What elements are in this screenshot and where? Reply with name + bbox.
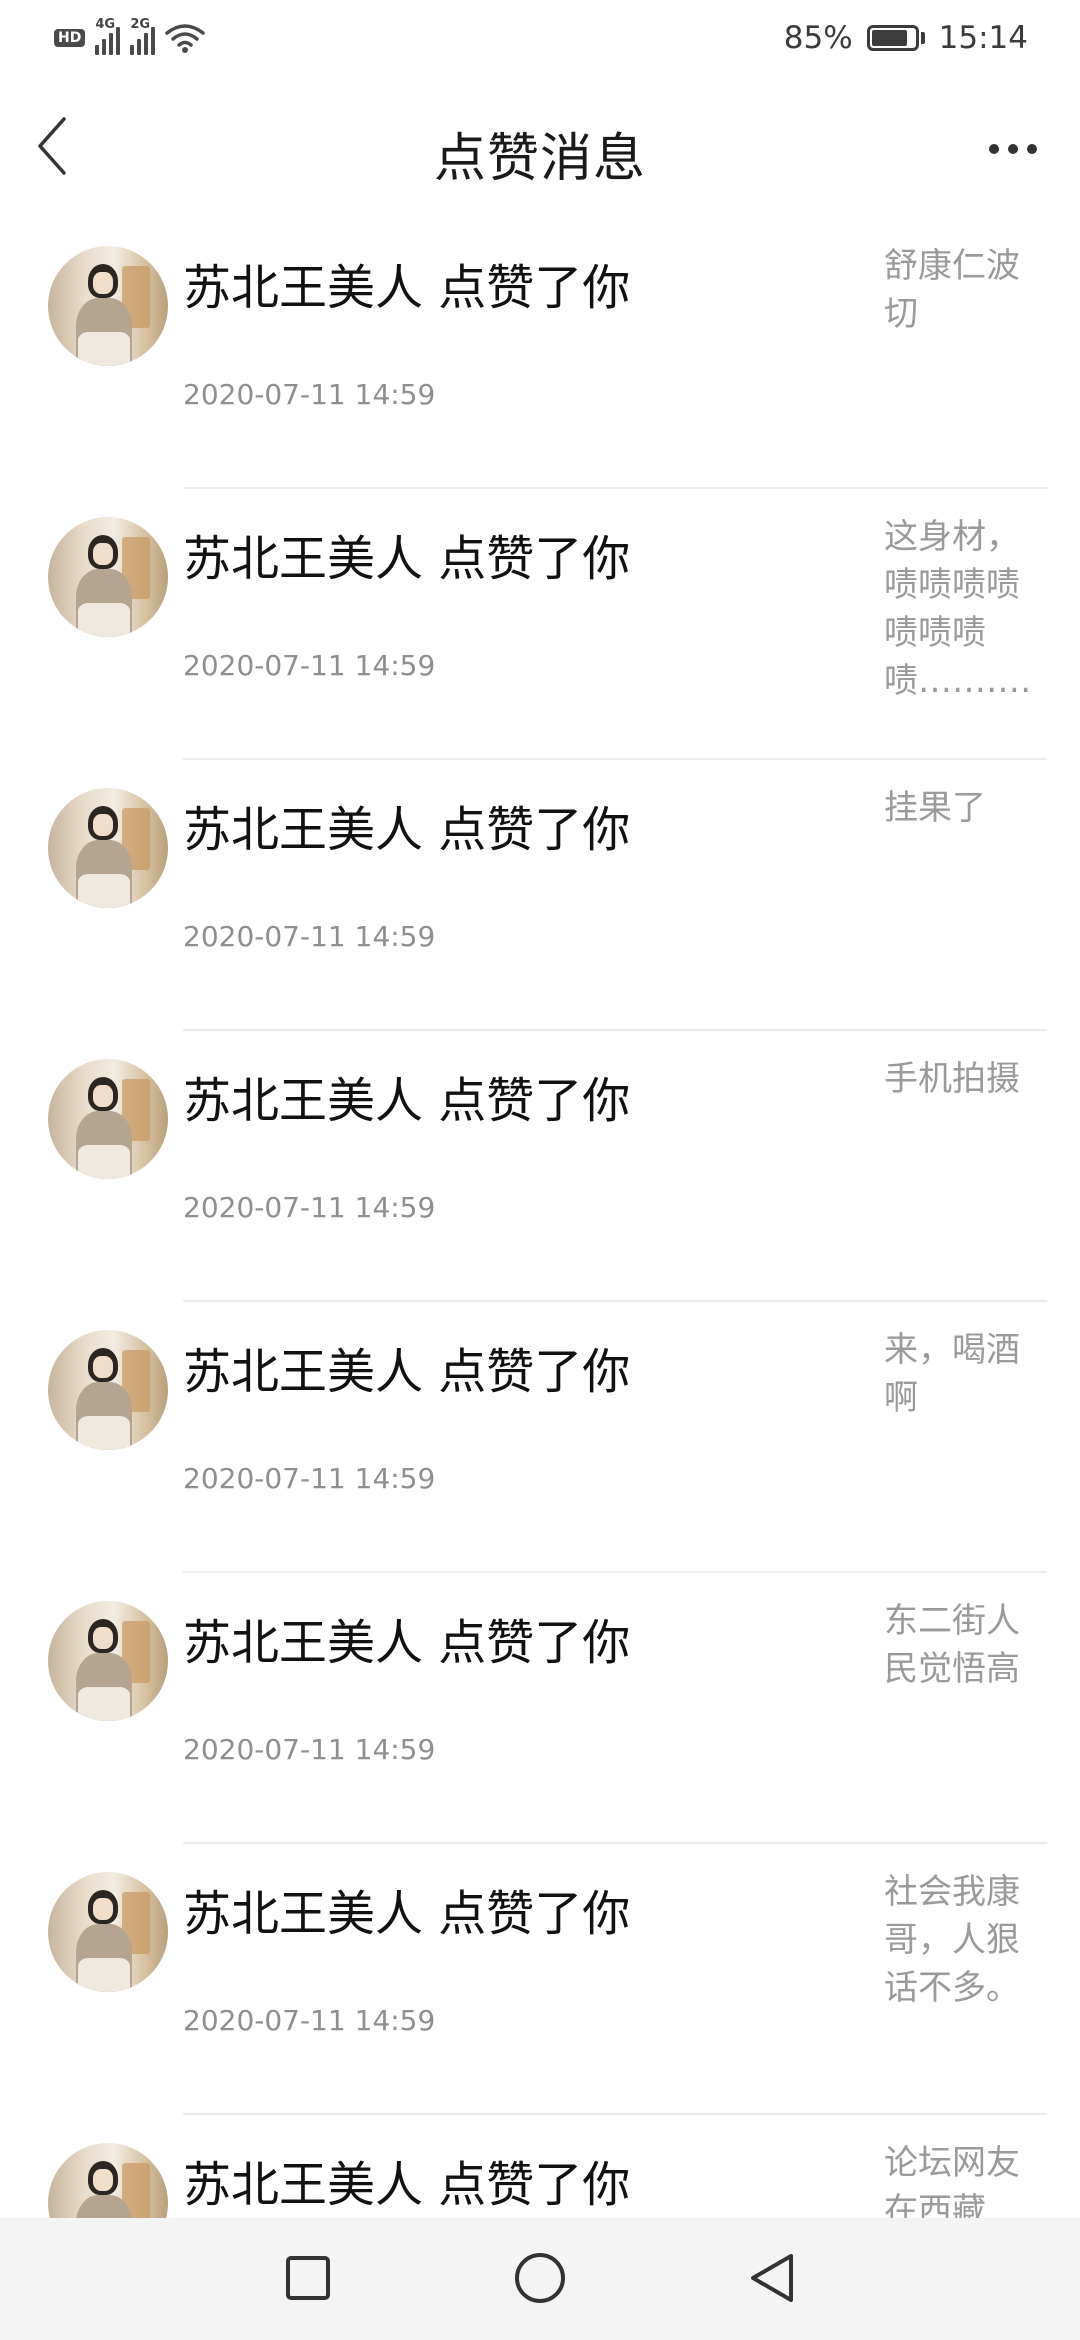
avatar[interactable] xyxy=(48,1330,168,1450)
notification-title: 苏北王美人 点赞了你 xyxy=(183,1073,631,1129)
status-bar: HD 4G 2G 85% 15:14 xyxy=(0,0,1080,76)
signal-bar xyxy=(116,27,121,55)
avatar[interactable] xyxy=(48,1872,168,1992)
notification-title: 苏北王美人 点赞了你 xyxy=(183,2157,631,2213)
post-preview-text[interactable]: 手机拍摄 xyxy=(884,1055,1034,1103)
square-icon xyxy=(286,2256,330,2300)
signal-bar xyxy=(109,33,114,55)
signal-bar xyxy=(137,39,142,55)
notification-item[interactable]: 苏北王美人 点赞了你 论坛网友在西藏 xyxy=(0,2115,1080,2218)
notification-time: 2020-07-11 14:59 xyxy=(183,1462,436,1495)
notification-item[interactable]: 苏北王美人 点赞了你 2020-07-11 14:59 这身材，啧啧啧啧啧啧啧啧… xyxy=(0,489,1080,760)
post-preview-text[interactable]: 舒康仁波切 xyxy=(884,242,1034,338)
avatar[interactable] xyxy=(48,1601,168,1721)
status-left: HD 4G 2G xyxy=(54,17,206,55)
notification-item[interactable]: 苏北王美人 点赞了你 2020-07-11 14:59 来，喝酒啊 xyxy=(0,1302,1080,1573)
avatar[interactable] xyxy=(48,788,168,908)
avatar-detail xyxy=(93,543,113,565)
notification-item[interactable]: 苏北王美人 点赞了你 2020-07-11 14:59 社会我康哥，人狠话不多。 xyxy=(0,1844,1080,2115)
notification-title: 苏北王美人 点赞了你 xyxy=(183,1344,631,1400)
more-dots-icon xyxy=(989,144,999,154)
post-preview-text[interactable]: 挂果了 xyxy=(884,784,1034,832)
app-bar: 点赞消息 xyxy=(0,76,1080,218)
avatar-detail xyxy=(78,874,130,908)
avatar-detail xyxy=(93,1627,113,1649)
notification-item[interactable]: 苏北王美人 点赞了你 2020-07-11 14:59 东二街人民觉悟高 xyxy=(0,1573,1080,1844)
sim1-network-label: 4G xyxy=(95,17,116,32)
post-preview-text[interactable]: 社会我康哥，人狠话不多。 xyxy=(884,1868,1034,2012)
avatar-detail xyxy=(93,1898,113,1920)
avatar-detail xyxy=(78,1687,130,1721)
post-preview-text[interactable]: 这身材，啧啧啧啧啧啧啧啧………… xyxy=(884,513,1034,705)
notification-title: 苏北王美人 点赞了你 xyxy=(183,531,631,587)
battery-fill xyxy=(871,30,908,46)
more-dots-icon xyxy=(1008,144,1018,154)
recents-button[interactable] xyxy=(278,2248,338,2308)
notification-time: 2020-07-11 14:59 xyxy=(183,2004,436,2037)
avatar-detail xyxy=(78,1416,130,1450)
notification-time: 2020-07-11 14:59 xyxy=(183,1191,436,1224)
notification-item[interactable]: 苏北王美人 点赞了你 2020-07-11 14:59 挂果了 xyxy=(0,760,1080,1031)
signal-bar xyxy=(144,33,149,55)
sim1-signal-icon: 4G xyxy=(95,17,121,55)
signal-bar xyxy=(95,45,100,55)
avatar[interactable] xyxy=(48,1059,168,1179)
battery-percent: 85% xyxy=(783,20,853,56)
avatar-detail xyxy=(93,272,113,294)
signal-bar xyxy=(151,27,156,55)
notification-time: 2020-07-11 14:59 xyxy=(183,1733,436,1766)
notification-item[interactable]: 苏北王美人 点赞了你 2020-07-11 14:59 舒康仁波切 xyxy=(0,218,1080,489)
like-notification-list[interactable]: 苏北王美人 点赞了你 2020-07-11 14:59 舒康仁波切 苏北王美人 … xyxy=(0,218,1080,2218)
circle-icon xyxy=(515,2253,565,2303)
avatar[interactable] xyxy=(48,2143,168,2218)
notification-title: 苏北王美人 点赞了你 xyxy=(183,802,631,858)
home-button[interactable] xyxy=(510,2248,570,2308)
notification-title: 苏北王美人 点赞了你 xyxy=(183,260,631,316)
page-title: 点赞消息 xyxy=(433,129,646,189)
clock: 15:14 xyxy=(938,20,1028,56)
post-preview-text[interactable]: 论坛网友在西藏 xyxy=(884,2139,1034,2218)
sim2-signal-icon: 2G xyxy=(130,17,156,55)
hd-indicator: HD xyxy=(54,29,86,47)
notification-item[interactable]: 苏北王美人 点赞了你 2020-07-11 14:59 手机拍摄 xyxy=(0,1031,1080,1302)
nav-back-button[interactable] xyxy=(742,2248,802,2308)
signal-bar xyxy=(130,45,135,55)
battery-body xyxy=(866,25,919,51)
signal-bar xyxy=(102,39,107,55)
post-preview-text[interactable]: 来，喝酒啊 xyxy=(884,1326,1034,1422)
sim2-network-label: 2G xyxy=(130,17,151,32)
post-preview-text[interactable]: 东二街人民觉悟高 xyxy=(884,1597,1034,1693)
notification-title: 苏北王美人 点赞了你 xyxy=(183,1886,631,1942)
more-button[interactable] xyxy=(978,124,1048,174)
avatar-detail xyxy=(78,1145,130,1179)
status-right: 85% 15:14 xyxy=(784,20,1028,56)
avatar-detail xyxy=(78,332,130,366)
battery-icon xyxy=(866,25,925,51)
system-nav-bar xyxy=(0,2218,1080,2340)
avatar-detail xyxy=(93,1356,113,1378)
avatar[interactable] xyxy=(48,517,168,637)
triangle-back-icon xyxy=(751,2254,793,2302)
avatar-detail xyxy=(78,1958,130,1992)
notification-time: 2020-07-11 14:59 xyxy=(183,378,436,411)
avatar-detail xyxy=(93,1085,113,1107)
avatar-detail xyxy=(93,2169,113,2191)
battery-nub xyxy=(920,32,925,44)
wifi-icon xyxy=(165,22,206,54)
notification-time: 2020-07-11 14:59 xyxy=(183,649,436,682)
avatar-detail xyxy=(78,603,130,637)
notification-time: 2020-07-11 14:59 xyxy=(183,920,436,953)
more-dots-icon xyxy=(1027,144,1037,154)
avatar[interactable] xyxy=(48,246,168,366)
avatar-detail xyxy=(93,814,113,836)
notification-title: 苏北王美人 点赞了你 xyxy=(183,1615,631,1671)
